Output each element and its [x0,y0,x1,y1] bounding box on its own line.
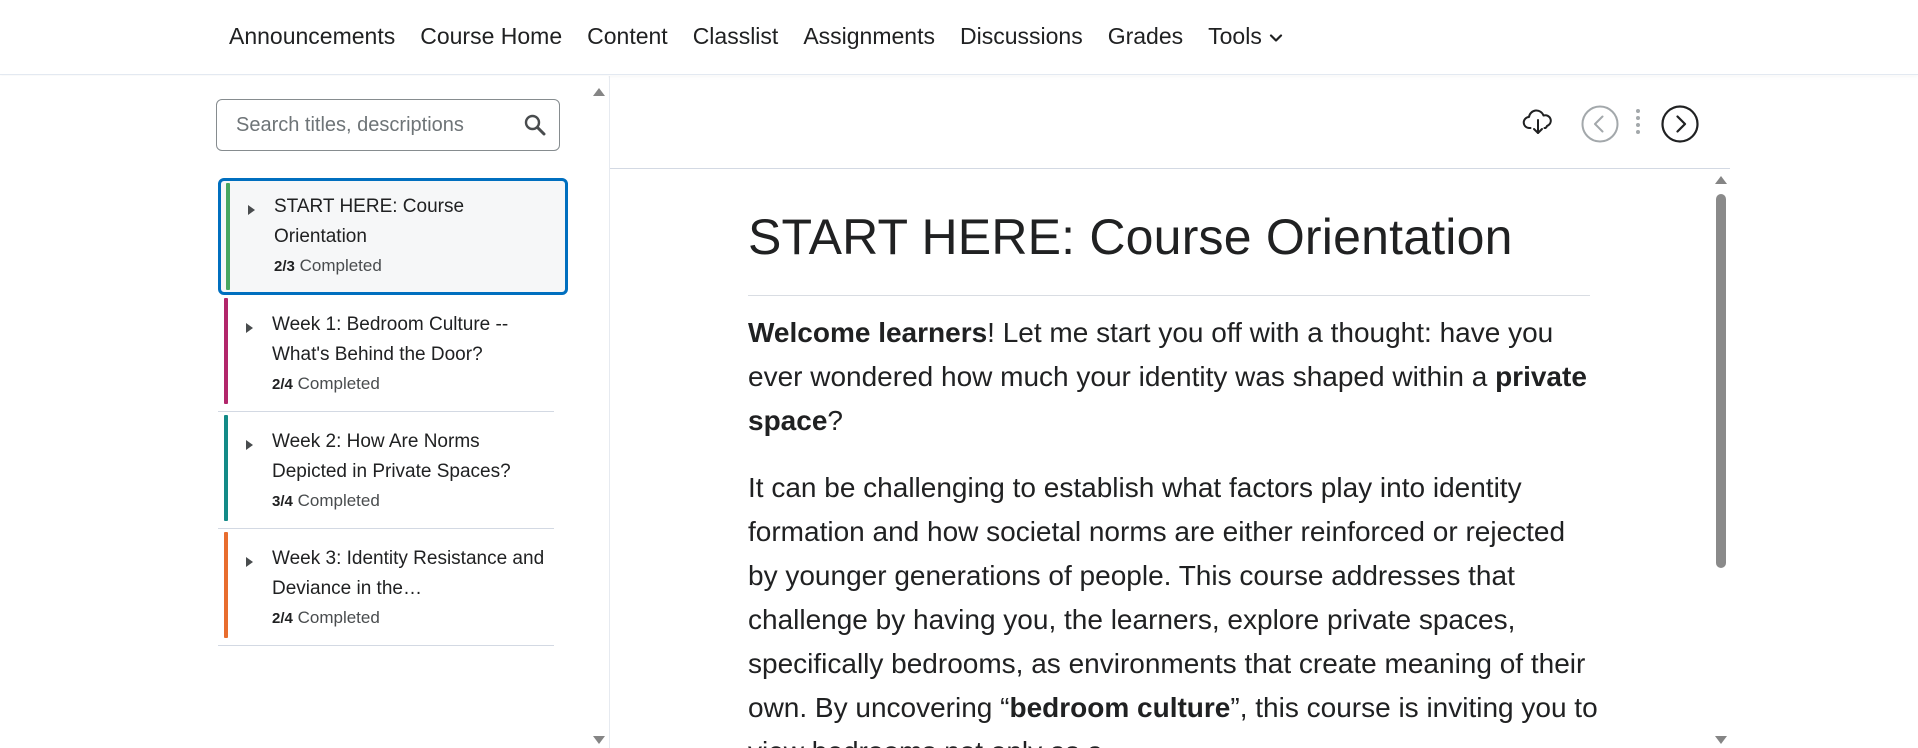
module-color-bar [224,532,228,638]
module-color-bar [224,415,228,521]
module-title: Week 3: Identity Resistance and Deviance… [272,548,545,599]
search-box [216,99,560,151]
page-title: START HERE: Course Orientation [748,209,1513,265]
sidebar-scrollbar[interactable] [590,84,610,748]
expand-triangle-icon[interactable] [248,205,255,215]
chevron-left-circle-icon[interactable] [1580,104,1620,144]
bold-text: bedroom culture [1009,692,1231,723]
progress-fraction: 2/3 [274,258,295,275]
cloud-download-icon[interactable] [1518,104,1558,144]
paragraph-text: It can be challenging to establish what … [748,472,1586,723]
module-item-week-1[interactable]: Week 1: Bedroom Culture -- What's Behind… [218,295,554,412]
module-progress: 2/3 Completed [274,256,382,276]
scroll-down-arrow-icon[interactable] [593,736,605,744]
progress-label: Completed [297,608,380,627]
intro-paragraph: Welcome learners! Let me start you off w… [748,311,1598,443]
search-input[interactable] [217,100,517,150]
scroll-down-arrow-icon[interactable] [1715,736,1727,744]
module-progress: 2/4 Completed [272,374,380,394]
progress-fraction: 3/4 [272,493,293,510]
module-progress: 2/4 Completed [272,608,380,628]
module-progress: 3/4 Completed [272,491,380,511]
content-scrollbar[interactable] [1712,170,1730,748]
expand-triangle-icon[interactable] [246,323,253,333]
module-item-start-here[interactable]: START HERE: Course Orientation 2/3 Compl… [218,178,568,295]
module-list-rest: Week 1: Bedroom Culture -- What's Behind… [218,295,554,646]
module-item-week-3[interactable]: Week 3: Identity Resistance and Deviance… [218,529,554,646]
module-color-bar [224,298,228,404]
nav-tools-dropdown[interactable]: Tools [1208,22,1283,49]
nav-classlist[interactable]: Classlist [693,24,779,48]
course-navbar: Announcements Course Home Content Classl… [0,0,1918,75]
module-title: Week 2: How Are Norms Depicted in Privat… [272,431,511,482]
progress-label: Completed [299,256,382,275]
expand-triangle-icon[interactable] [246,440,253,450]
module-title: Week 1: Bedroom Culture -- What's Behind… [272,314,509,365]
paragraph-text: ? [827,405,843,436]
nav-announcements[interactable]: Announcements [229,24,395,48]
progress-label: Completed [297,374,380,393]
nav-tools-label: Tools [1208,22,1262,49]
course-nav-links: Announcements Course Home Content Classl… [229,0,1283,72]
scroll-up-arrow-icon[interactable] [1715,176,1727,184]
search-icon[interactable] [523,113,547,137]
module-title: START HERE: Course Orientation [274,196,465,247]
nav-assignments[interactable]: Assignments [803,24,935,48]
title-divider [748,295,1590,296]
progress-label: Completed [297,491,380,510]
bold-text: Welcome learners [748,317,988,348]
progress-fraction: 2/4 [272,376,293,393]
document-body: START HERE: Course Orientation Welcome l… [748,170,1598,748]
nav-course-home[interactable]: Course Home [420,24,562,48]
progress-fraction: 2/4 [272,610,293,627]
more-options-dots-icon [1636,109,1640,134]
chevron-right-circle-icon[interactable] [1660,104,1700,144]
scroll-up-arrow-icon[interactable] [593,88,605,96]
chevron-down-icon [1269,34,1282,42]
content-toolbar [610,76,1730,169]
body-paragraph: It can be challenging to establish what … [748,466,1598,748]
expand-triangle-icon[interactable] [246,557,253,567]
content-viewer: START HERE: Course Orientation Welcome l… [610,170,1720,748]
module-item-week-2[interactable]: Week 2: How Are Norms Depicted in Privat… [218,412,554,529]
nav-grades[interactable]: Grades [1108,24,1183,48]
module-color-bar [226,183,230,290]
nav-content[interactable]: Content [587,24,668,48]
scrollbar-thumb[interactable] [1716,194,1726,568]
nav-discussions[interactable]: Discussions [960,24,1083,48]
